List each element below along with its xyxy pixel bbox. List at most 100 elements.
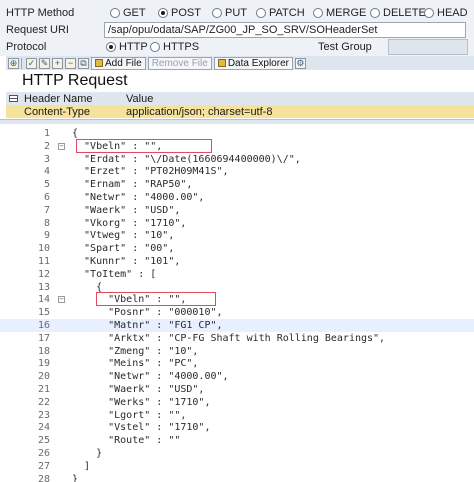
code-text: "ToItem" : [ xyxy=(72,268,157,280)
explorer-icon xyxy=(217,59,226,67)
http-method-label: HTTP Method xyxy=(6,7,75,19)
copy-icon[interactable]: ⧉ xyxy=(78,57,89,69)
settings-icon[interactable]: ⚙ xyxy=(294,57,306,69)
line-number: 15 xyxy=(37,307,50,319)
request-toolbar: ⊕ ✓ ✎ + − ⧉ Add File Remove File Data Ex… xyxy=(6,56,474,70)
method-merge-radio[interactable]: MERGE xyxy=(313,7,366,19)
radio-dot-icon xyxy=(212,8,222,18)
code-line[interactable]: 21 "Waerk" : "USD", xyxy=(0,383,474,396)
edit-icon[interactable]: ✎ xyxy=(39,57,50,69)
code-line[interactable]: 12 "ToItem" : [ xyxy=(0,268,474,281)
method-patch-radio[interactable]: PATCH xyxy=(256,7,305,19)
code-line[interactable]: 26 } xyxy=(0,447,474,460)
code-line[interactable]: 11 "Kunnr" : "101", xyxy=(0,255,474,268)
zoom-icon[interactable]: ⊕ xyxy=(8,57,19,69)
code-text: "Netwr" : "4000.00", xyxy=(72,371,229,383)
code-line[interactable]: 15 "Posnr" : "000010", xyxy=(0,306,474,319)
code-line[interactable]: 3 "Erdat" : "\/Date(1660694400000)\/", xyxy=(0,153,474,166)
test-group-label: Test Group xyxy=(318,41,372,53)
code-text: } xyxy=(72,448,103,459)
fold-toggle-icon[interactable]: − xyxy=(58,296,65,304)
line-number: 7 xyxy=(43,204,50,216)
line-number: 1 xyxy=(43,128,50,139)
table-settings-cell[interactable] xyxy=(6,92,20,105)
delete-row-icon[interactable]: − xyxy=(65,57,76,69)
code-text: "Spart" : "00", xyxy=(72,243,175,255)
insert-row-icon[interactable]: + xyxy=(52,57,63,69)
radio-dot-selected-icon xyxy=(158,8,168,18)
code-line[interactable]: 27 ] xyxy=(0,460,474,473)
code-line[interactable]: 7 "Waerk" : "USD", xyxy=(0,204,474,217)
check-icon[interactable]: ✓ xyxy=(26,57,37,69)
table-row[interactable]: Content-Type application/json; charset=u… xyxy=(6,105,474,118)
code-line[interactable]: 22 "Werks" : "1710", xyxy=(0,396,474,409)
column-header-value: Value xyxy=(126,92,154,105)
code-text: "Route" : "" xyxy=(72,435,181,447)
code-line[interactable]: 5 "Ernam" : "RAP50", xyxy=(0,178,474,191)
code-line[interactable]: 1{ xyxy=(0,127,474,140)
code-line[interactable]: 20 "Netwr" : "4000.00", xyxy=(0,370,474,383)
http-method-row: HTTP Method GET POST PUT PATCH MERGE DEL… xyxy=(0,4,474,22)
header-name-cell[interactable]: Content-Type xyxy=(20,106,126,118)
code-text: "Meins" : "PC", xyxy=(72,358,199,370)
line-number: 18 xyxy=(37,345,50,357)
code-text: "Waerk" : "USD", xyxy=(72,204,181,216)
code-text: "Netwr" : "4000.00", xyxy=(72,192,205,203)
method-get-radio[interactable]: GET xyxy=(110,7,146,19)
line-number: 25 xyxy=(37,435,50,447)
method-delete-radio[interactable]: DELETE xyxy=(370,7,426,19)
radio-dot-selected-icon xyxy=(106,42,116,52)
code-line[interactable]: 10 "Spart" : "00", xyxy=(0,242,474,255)
line-number: 21 xyxy=(37,384,50,395)
file-icon xyxy=(95,59,103,67)
code-line[interactable]: 9 "Vtweg" : "10", xyxy=(0,229,474,242)
radio-dot-icon xyxy=(256,8,266,18)
code-line[interactable]: 23 "Lgort" : "", xyxy=(0,409,474,422)
line-number: 19 xyxy=(37,358,50,370)
fold-toggle-icon[interactable]: − xyxy=(58,142,65,150)
line-number: 28 xyxy=(37,473,50,482)
line-number: 5 xyxy=(43,179,50,191)
code-line[interactable]: 25 "Route" : "" xyxy=(0,434,474,447)
request-title: HTTP Request xyxy=(22,72,128,89)
add-file-button[interactable]: Add File xyxy=(91,56,146,70)
code-text: "Posnr" : "000010", xyxy=(72,307,223,319)
line-number: 20 xyxy=(37,371,50,383)
line-number: 11 xyxy=(37,256,50,267)
request-uri-input[interactable]: /sap/opu/odata/SAP/ZG00_JP_SO_SRV/SOHead… xyxy=(104,22,466,38)
radio-dot-icon xyxy=(150,42,160,52)
header-table: Header Name Value Content-Type applicati… xyxy=(6,92,474,118)
method-post-radio[interactable]: POST xyxy=(158,7,201,19)
method-put-radio[interactable]: PUT xyxy=(212,7,247,19)
table-settings-icon xyxy=(8,95,18,102)
code-line[interactable]: 2− "Vbeln" : "", xyxy=(0,140,474,153)
protocol-https-radio[interactable]: HTTPS xyxy=(150,41,199,53)
code-line[interactable]: 18 "Zmeng" : "10", xyxy=(0,345,474,358)
code-line[interactable]: 6 "Netwr" : "4000.00", xyxy=(0,191,474,204)
code-line[interactable]: 13 { xyxy=(0,281,474,294)
code-text: "Matnr" : "FG1 CP", xyxy=(72,320,223,331)
request-body-editor[interactable]: 1{2− "Vbeln" : "", 3 "Erdat" : "\/Date(16… xyxy=(0,124,474,482)
protocol-row: Protocol HTTP HTTPS Test Group xyxy=(0,38,474,56)
line-number: 9 xyxy=(43,230,50,242)
code-line[interactable]: 4 "Erzet" : "PT02H09M41S", xyxy=(0,165,474,178)
test-group-input[interactable] xyxy=(388,39,468,55)
line-number: 10 xyxy=(37,243,50,255)
code-line[interactable]: 19 "Meins" : "PC", xyxy=(0,357,474,370)
header-value-cell[interactable]: application/json; charset=utf-8 xyxy=(126,106,474,118)
line-number: 16 xyxy=(37,320,50,331)
row-selector[interactable] xyxy=(6,105,20,118)
code-line[interactable]: 28} xyxy=(0,473,474,482)
method-head-radio[interactable]: HEAD xyxy=(424,7,468,19)
remove-file-button[interactable]: Remove File xyxy=(147,56,212,70)
protocol-http-radio[interactable]: HTTP xyxy=(106,41,148,53)
radio-dot-icon xyxy=(424,8,434,18)
code-line[interactable]: 16 "Matnr" : "FG1 CP", xyxy=(0,319,474,332)
code-line[interactable]: 17 "Arktx" : "CP-FG Shaft with Rolling B… xyxy=(0,332,474,345)
code-line[interactable]: 8 "Vkorg" : "1710", xyxy=(0,217,474,230)
code-line[interactable]: 14− "Vbeln" : "", xyxy=(0,293,474,306)
radio-dot-icon xyxy=(370,8,380,18)
code-line[interactable]: 24 "Vstel" : "1710", xyxy=(0,421,474,434)
highlight-annotation-box xyxy=(96,292,216,307)
data-explorer-button[interactable]: Data Explorer xyxy=(213,56,293,70)
